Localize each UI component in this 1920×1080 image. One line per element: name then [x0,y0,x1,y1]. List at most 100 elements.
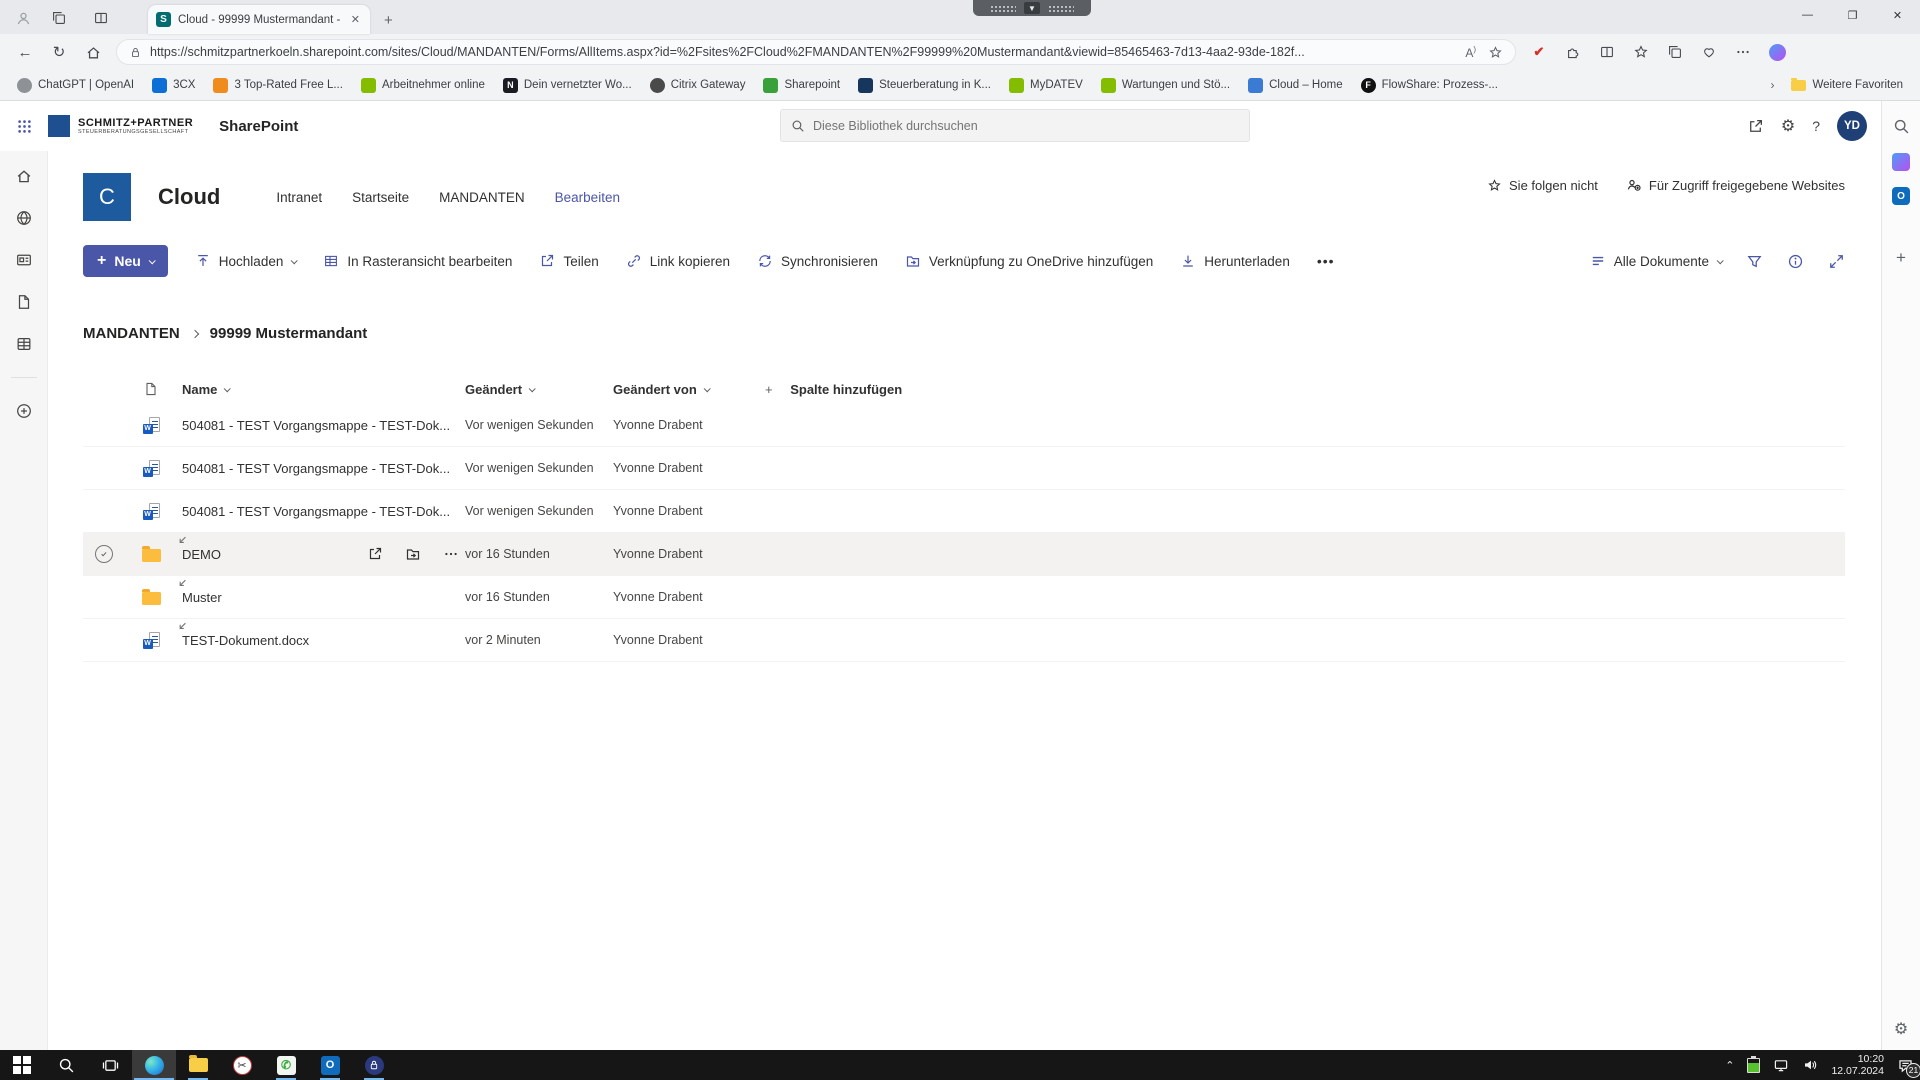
file-type-column-icon[interactable] [133,381,169,397]
bookmark-item[interactable]: Steuerberatung in K... [849,73,1000,97]
browser-menu-icon[interactable] [1728,38,1758,66]
shared-sites-button[interactable]: Für Zugriff freigegebene Websites [1626,177,1845,193]
taskbar-outlook-icon[interactable]: O [308,1050,352,1080]
sidebar-search-icon[interactable] [1890,115,1912,137]
row-more-icon[interactable] [443,546,459,562]
search-input[interactable] [813,118,1239,133]
copilot-icon[interactable] [1762,38,1792,66]
nav-intranet[interactable]: Intranet [276,190,322,205]
volume-icon[interactable] [1802,1057,1818,1073]
drag-grip[interactable] [990,4,1016,12]
browser-tab[interactable]: S Cloud - 99999 Mustermandant - ✕ [148,5,370,34]
bookmark-item[interactable]: 3 Top-Rated Free L... [204,73,351,97]
url-input[interactable] [150,45,1458,59]
profile-icon[interactable] [8,5,38,31]
table-row[interactable]: Muster vor 16 Stunden Yvonne Drabent [83,576,1845,619]
new-tab-button[interactable]: + [384,12,393,29]
taskbar-keepass-icon[interactable] [352,1050,396,1080]
collapse-toolbar-icon[interactable]: ▼ [1024,2,1040,14]
collections-icon[interactable] [1660,38,1690,66]
favorites-bar-icon[interactable] [1626,38,1656,66]
more-commands-button[interactable]: ••• [1317,253,1335,269]
sidebar-outlook-icon[interactable]: O [1892,187,1910,205]
more-favorites[interactable]: Weitere Favoriten [1782,73,1912,97]
minimize-button[interactable]: — [1785,0,1830,30]
file-name[interactable]: 504081 - TEST Vorgangsmappe - TEST-Dok..… [169,418,465,433]
bookmarks-overflow-icon[interactable]: › [1762,78,1782,92]
taskbar-snipping-icon[interactable]: ✂ [220,1050,264,1080]
nav-bearbeiten[interactable]: Bearbeiten [555,190,620,205]
rail-files-icon[interactable] [15,293,33,311]
table-row[interactable]: W 504081 - TEST Vorgangsmappe - TEST-Dok… [83,490,1845,533]
sidebar-copilot-icon[interactable] [1892,153,1910,171]
drag-grip[interactable] [1048,4,1074,12]
follow-site-button[interactable]: Sie folgen nicht [1487,178,1598,193]
tray-expand-icon[interactable]: ⌃ [1725,1059,1734,1072]
battery-icon[interactable] [1747,1055,1761,1073]
share-site-icon[interactable] [1747,118,1764,135]
waffle-icon[interactable] [0,101,48,151]
sidebar-add-icon[interactable]: + [1890,247,1912,269]
extension-puzzle-icon[interactable] [1558,38,1588,66]
tab-actions-icon[interactable] [86,5,116,31]
settings-gear-icon[interactable]: ⚙ [1781,116,1795,136]
onedrive-shortcut-button[interactable]: Verknüpfung zu OneDrive hinzufügen [905,253,1153,269]
read-aloud-icon[interactable]: A) [1465,45,1476,60]
column-name[interactable]: Name [169,382,465,397]
folder-name[interactable]: DEMO [182,547,221,562]
site-title[interactable]: Cloud [158,184,220,210]
table-row[interactable]: W TEST-Dokument.docx vor 2 Minuten Yvonn… [83,619,1845,662]
bookmark-item[interactable]: Cloud – Home [1239,73,1352,97]
home-icon[interactable] [78,38,108,66]
bookmark-item[interactable]: MyDATEV [1000,73,1092,97]
start-button[interactable] [0,1050,44,1080]
table-row[interactable]: W 504081 - TEST Vorgangsmappe - TEST-Dok… [83,404,1845,447]
network-icon[interactable] [1773,1057,1789,1073]
bookmark-item[interactable]: Citrix Gateway [641,73,755,97]
bookmark-item[interactable]: F FlowShare: Prozess-... [1352,73,1507,97]
folder-name[interactable]: Muster [182,590,222,605]
account-avatar[interactable]: YD [1837,111,1867,141]
notification-center-icon[interactable]: 21 [1897,1057,1920,1078]
download-button[interactable]: Herunterladen [1180,253,1290,269]
column-modified-by[interactable]: Geändert von [613,382,765,397]
sidebar-settings-gear-icon[interactable]: ⚙ [1890,1018,1912,1040]
sync-button[interactable]: Synchronisieren [757,253,878,269]
bookmark-item[interactable]: Arbeitnehmer online [352,73,494,97]
table-row[interactable]: W 504081 - TEST Vorgangsmappe - TEST-Dok… [83,447,1845,490]
copy-link-button[interactable]: Link kopieren [626,253,730,269]
breadcrumb-parent[interactable]: MANDANTEN [83,325,180,342]
column-modified[interactable]: Geändert [465,382,613,397]
taskbar-search-icon[interactable] [44,1050,88,1080]
taskbar-explorer-icon[interactable] [176,1050,220,1080]
help-icon[interactable]: ? [1812,118,1820,134]
new-button[interactable]: + Neu [83,245,168,277]
bookmark-item[interactable]: Wartungen und Stö... [1092,73,1239,97]
table-row-selected[interactable]: DEMO vor 16 Stunden Yvonne Drabent [83,533,1845,576]
row-selected-check-icon[interactable] [95,545,113,563]
company-logo[interactable]: SCHMITZ+PARTNER STEUERBERATUNGSGESELLSCH… [48,115,193,137]
file-name[interactable]: 504081 - TEST Vorgangsmappe - TEST-Dok..… [169,504,465,519]
taskbar-phone-icon[interactable]: ✆ [264,1050,308,1080]
screen-share-toolbar[interactable]: ▼ [973,0,1091,16]
grid-edit-button[interactable]: In Rasteransicht bearbeiten [323,253,512,269]
maximize-button[interactable]: ❐ [1830,0,1875,30]
library-search-box[interactable] [780,109,1250,142]
taskbar-edge-icon[interactable] [132,1050,176,1080]
filter-icon[interactable] [1746,253,1763,270]
fullscreen-icon[interactable] [1828,253,1845,270]
row-share-icon[interactable] [367,546,383,562]
rail-home-icon[interactable] [15,167,33,185]
site-logo[interactable]: C [83,173,131,221]
rail-lists-icon[interactable] [15,335,33,353]
browser-essentials-icon[interactable] [1694,38,1724,66]
bookmark-item[interactable]: 3CX [143,73,204,97]
upload-button[interactable]: Hochladen [195,253,299,269]
rail-sites-globe-icon[interactable] [15,209,33,227]
close-button[interactable]: ✕ [1875,0,1920,30]
view-selector[interactable]: Alle Dokumente [1590,253,1724,269]
add-column-button[interactable]: + Spalte hinzufügen [765,382,1845,397]
refresh-icon[interactable]: ↻ [44,38,74,66]
rail-news-icon[interactable] [15,251,33,269]
rail-create-icon[interactable] [15,402,33,420]
